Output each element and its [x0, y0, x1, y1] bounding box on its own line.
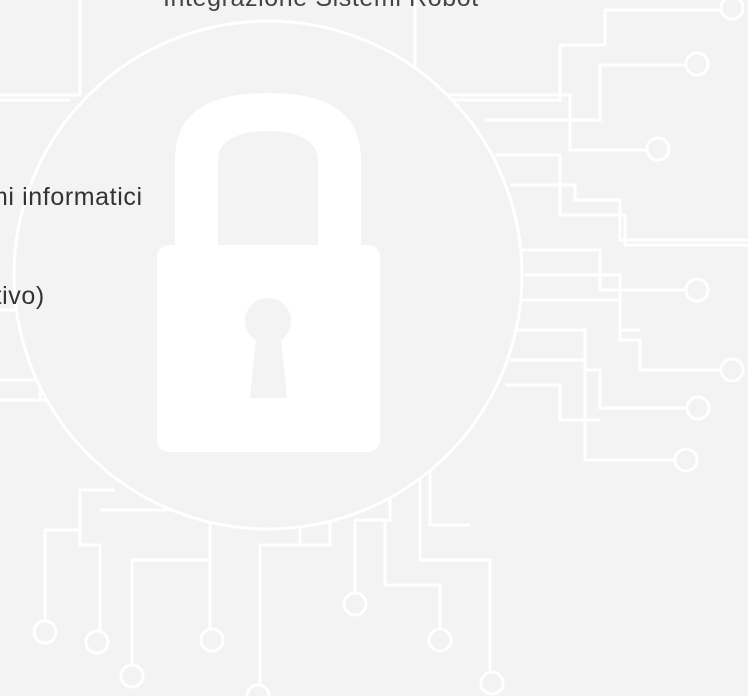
security-illustration	[0, 0, 748, 696]
text-line-1: mi informatici	[0, 183, 143, 211]
page-title: Integrazione Sistemi Robot	[163, 0, 479, 13]
text-line-2: ttivo)	[0, 282, 45, 310]
